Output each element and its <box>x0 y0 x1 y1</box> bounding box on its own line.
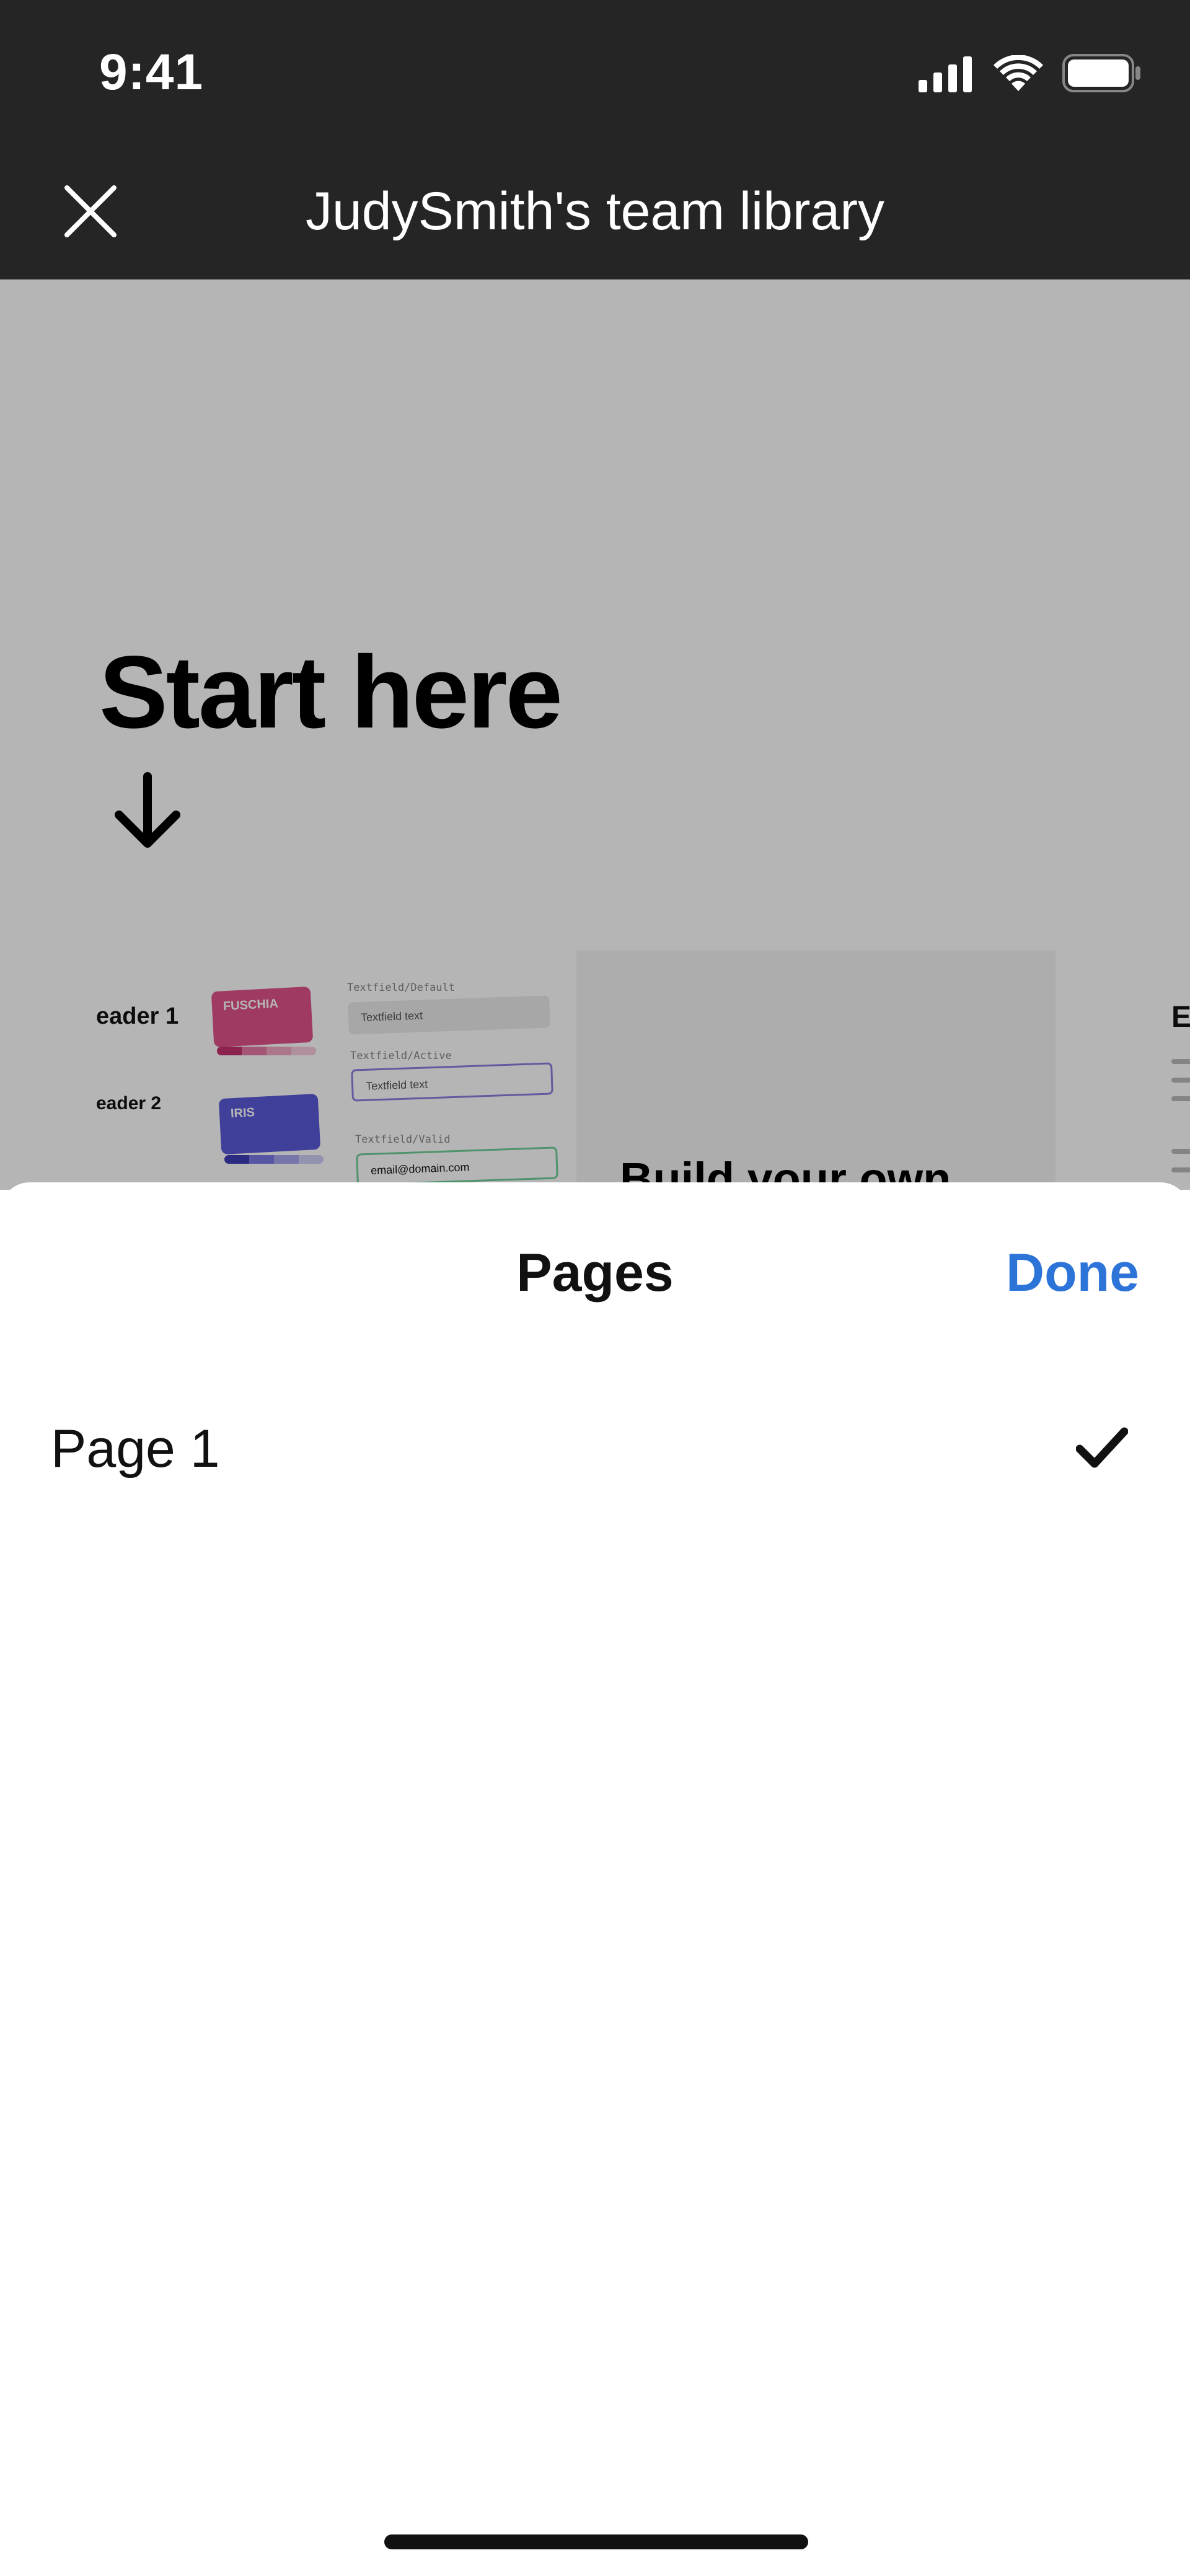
done-button[interactable]: Done <box>1006 1242 1139 1304</box>
library-screen: 9:41 JudySmith's team library Start here… <box>0 0 1190 1190</box>
home-indicator[interactable] <box>384 2534 808 2549</box>
pages-sheet: Pages Done Page 1 <box>0 1182 1190 2576</box>
page-label: Page 1 <box>51 1419 220 1479</box>
bar-overlay <box>0 0 1190 279</box>
page-list-item[interactable]: Page 1 <box>0 1393 1190 1505</box>
checkmark-icon <box>1076 1427 1128 1468</box>
modal-dim-overlay[interactable] <box>0 279 1190 1190</box>
